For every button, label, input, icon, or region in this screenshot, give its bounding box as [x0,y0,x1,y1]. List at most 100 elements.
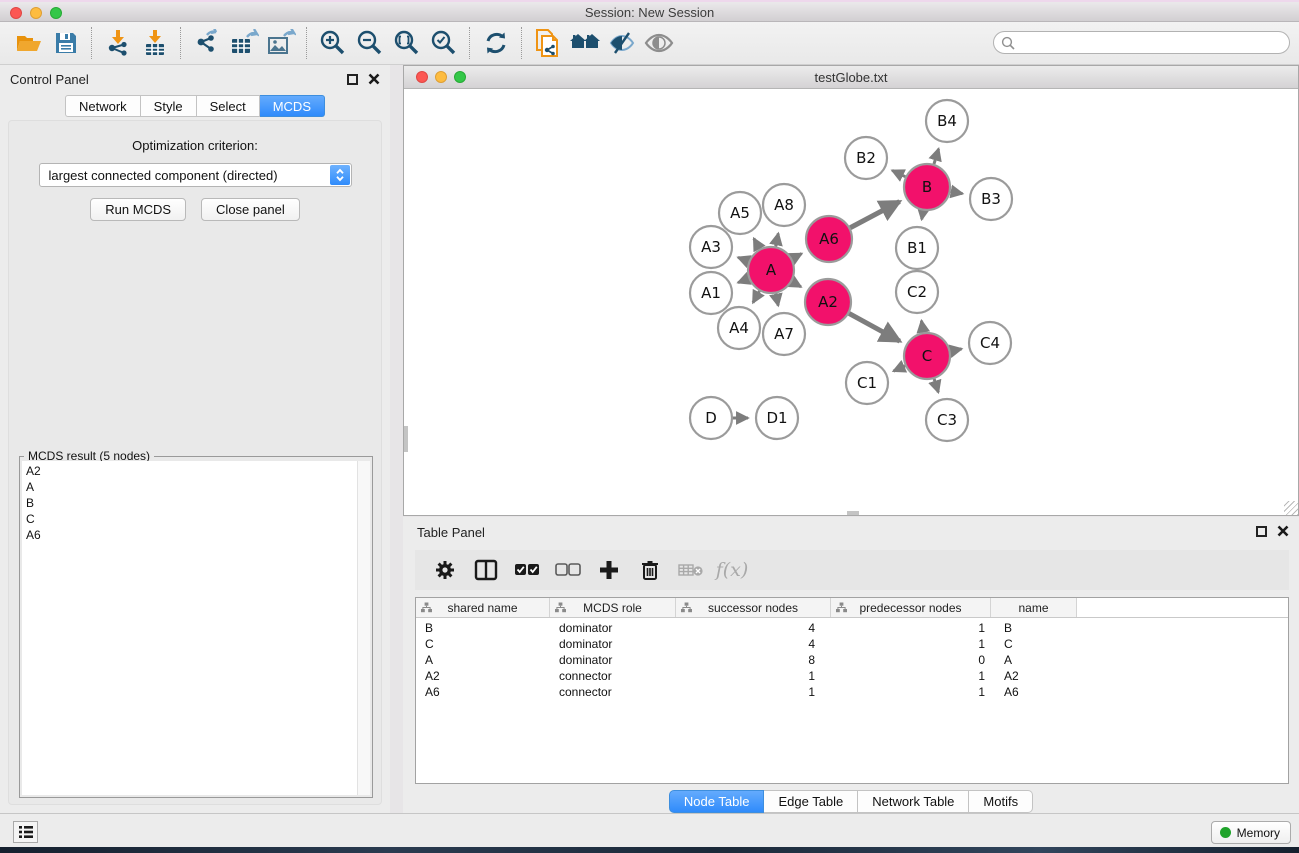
edge-B-B3[interactable] [951,191,963,193]
node-C2[interactable]: C2 [896,271,938,313]
column-header-name[interactable]: name [991,598,1077,617]
result-list-item[interactable]: B [22,495,370,511]
tab-node-table[interactable]: Node Table [669,790,765,813]
deselect-all-icon[interactable] [550,553,586,587]
edge-A-A2[interactable] [792,282,801,287]
edge-A2-C[interactable] [849,313,900,341]
delete-table-icon[interactable] [673,553,709,587]
cell[interactable]: A [991,653,1077,669]
node-B1[interactable]: B1 [896,227,938,269]
zoom-in-icon[interactable] [314,25,351,61]
cell[interactable]: C [991,637,1077,653]
select-all-icon[interactable] [509,553,545,587]
edge-A-A5[interactable] [754,238,760,248]
node-C3[interactable]: C3 [926,399,968,441]
edge-A6-B[interactable] [850,202,899,228]
table-row[interactable]: A2connector11A2 [416,669,1288,685]
resize-grip-bottom[interactable] [847,511,859,515]
cell[interactable]: 8 [676,653,831,669]
edge-C-C3[interactable] [934,379,938,392]
node-A1[interactable]: A1 [690,272,732,314]
node-A6[interactable]: A6 [806,216,852,262]
export-table-icon[interactable] [225,25,262,61]
edge-A-A1[interactable] [738,279,749,283]
edge-C-C1[interactable] [893,366,905,371]
show-graphics-icon[interactable] [640,25,677,61]
edge-A-A6[interactable] [792,254,801,259]
node-C4[interactable]: C4 [969,322,1011,364]
node-B4[interactable]: B4 [926,100,968,142]
edge-C-C4[interactable] [951,349,962,351]
cell[interactable]: B [991,621,1077,637]
tab-style[interactable]: Style [141,95,197,117]
edge-B-B2[interactable] [892,170,905,176]
open-file-icon[interactable] [10,25,47,61]
delete-icon[interactable] [632,553,668,587]
hide-panels-icon[interactable] [603,25,640,61]
node-A2[interactable]: A2 [805,279,851,325]
cell[interactable]: A2 [991,669,1077,685]
criterion-dropdown[interactable]: largest connected component (directed) [39,163,352,187]
node-B[interactable]: B [904,164,950,210]
cell[interactable]: A2 [416,669,550,685]
resize-grip-corner[interactable] [1284,501,1298,515]
float-table-panel-icon[interactable] [1256,526,1267,537]
cell[interactable]: 1 [831,621,991,637]
cell[interactable]: dominator [550,653,676,669]
tab-select[interactable]: Select [197,95,260,117]
cell[interactable]: 4 [676,621,831,637]
tab-mcds[interactable]: MCDS [260,95,325,117]
cell[interactable]: C [416,637,550,653]
edge-B-B4[interactable] [934,149,939,164]
edge-A-A3[interactable] [738,257,749,261]
cell[interactable]: 1 [831,685,991,701]
node-A4[interactable]: A4 [718,307,760,349]
column-header-MCDS-role[interactable]: MCDS role [550,598,676,617]
edge-A-A8[interactable] [776,233,779,246]
table-row[interactable]: A6connector11A6 [416,685,1288,701]
home-icon[interactable] [566,25,603,61]
tab-network-table[interactable]: Network Table [858,790,969,813]
tab-network[interactable]: Network [65,95,141,117]
add-column-icon[interactable] [591,553,627,587]
column-header-successor-nodes[interactable]: successor nodes [676,598,831,617]
network-canvas[interactable]: AA6A2BCA5A8A3A1A4A7B2B4B3B1C2C4C1C3DD1 [404,89,1298,515]
edge-C-C2[interactable] [921,321,923,333]
node-D[interactable]: D [690,397,732,439]
search-input[interactable] [1020,33,1281,52]
zoom-fit-icon[interactable] [388,25,425,61]
show-tasks-icon[interactable] [13,821,38,843]
cell[interactable]: connector [550,685,676,701]
tab-motifs[interactable]: Motifs [969,790,1033,813]
memory-button[interactable]: Memory [1211,821,1291,844]
node-A7[interactable]: A7 [763,313,805,355]
cell[interactable]: 1 [831,637,991,653]
node-C[interactable]: C [904,333,950,379]
cell[interactable]: B [416,621,550,637]
cell[interactable]: 0 [831,653,991,669]
cell[interactable]: 4 [676,637,831,653]
resize-grip-left[interactable] [404,426,408,452]
import-table-icon[interactable] [136,25,173,61]
export-network-icon[interactable] [188,25,225,61]
cell[interactable]: 1 [676,685,831,701]
zoom-out-icon[interactable] [351,25,388,61]
result-list-item[interactable]: A6 [22,527,370,543]
close-panel-button[interactable]: Close panel [201,198,300,221]
float-panel-icon[interactable] [347,74,358,85]
node-B2[interactable]: B2 [845,137,887,179]
node-A8[interactable]: A8 [763,184,805,226]
edge-A-A4[interactable] [753,291,759,303]
table-row[interactable]: Adominator80A [416,653,1288,669]
zoom-selected-icon[interactable] [425,25,462,61]
edge-A-A7[interactable] [776,294,778,306]
cell[interactable]: 1 [676,669,831,685]
cell[interactable]: dominator [550,621,676,637]
cell[interactable]: A [416,653,550,669]
close-panel-icon[interactable] [368,73,380,85]
column-header-predecessor-nodes[interactable]: predecessor nodes [831,598,991,617]
node-A3[interactable]: A3 [690,226,732,268]
cell[interactable]: dominator [550,637,676,653]
gear-icon[interactable] [427,553,463,587]
cell[interactable]: A6 [991,685,1077,701]
